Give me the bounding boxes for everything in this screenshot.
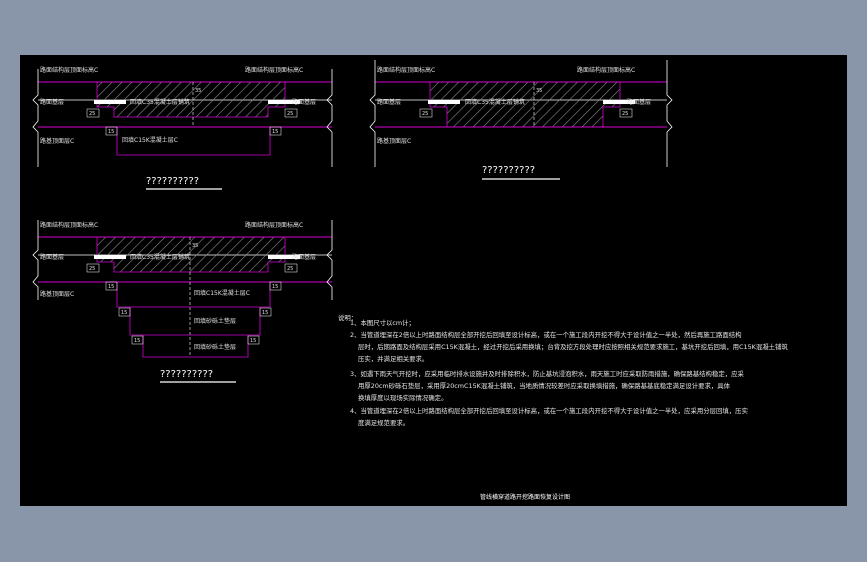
- dim-label: 25: [287, 266, 293, 272]
- figure-1: 路面结构层顶面标高C 路面结构层顶面标高C 路面基层 路面基层 路基顶面层C 回…: [32, 66, 333, 190]
- note-2-line-2: 层时，后期路面及结构层采用C15K混凝土，经过开挖后采用换填；台背及挖方段处理时…: [358, 342, 788, 351]
- c35-hatched-fill: [96, 236, 286, 273]
- drawing-footer-title: 管线横穿道路开挖路面恢复设计图: [480, 493, 570, 501]
- dim-label: 35: [536, 88, 542, 94]
- figure-2-title: ??????????: [482, 165, 535, 176]
- joint-plate-left: [94, 255, 126, 259]
- break-line-right: [326, 220, 333, 300]
- dim-label: 15: [272, 129, 278, 135]
- label-top-right: 路面结构层顶面标高C: [577, 66, 635, 74]
- joint-plate-left: [428, 100, 460, 104]
- note-3-line-2: 用厚20cm砂砾石垫层，采用厚20cmC15K混凝土铺筑，当地质情况较差时应采取…: [358, 381, 731, 390]
- dim-label: 15: [250, 338, 256, 344]
- cad-drawing: 路面结构层顶面标高C 路面结构层顶面标高C 路面基层 路面基层 路基顶面层C 回…: [32, 60, 788, 501]
- note-2-line-3: 压实，并满足相关要求。: [358, 354, 428, 363]
- figure-3: 路面结构层顶面标高C 路面结构层顶面标高C 路面基层 路面基层 路基顶面层C 回…: [32, 220, 333, 383]
- label-fill-c15: 回填C15K混凝土层C: [122, 136, 178, 144]
- label-base-left: 路面基层: [40, 98, 64, 106]
- label-subgrade: 路基顶面层C: [40, 137, 74, 145]
- dim-label: 15: [121, 310, 127, 316]
- label-base-right: 路面基层: [292, 253, 316, 261]
- break-line-right: [666, 60, 673, 167]
- note-3-line-1: 3、如遇下雨天气开挖时，应采用临时排水设施并及时排除积水，防止基坑浸泡积水，雨天…: [350, 369, 745, 378]
- label-top-right: 路面结构层顶面标高C: [245, 66, 303, 74]
- label-fill-c35: 回填C35混凝土层铺筑: [130, 98, 190, 106]
- label-subgrade: 路基顶面层C: [377, 137, 411, 145]
- note-4-line-2: 度满足规范要求。: [358, 418, 409, 427]
- label-base-right: 路面基层: [292, 98, 316, 106]
- dim-label: 15: [108, 129, 114, 135]
- break-line-left: [32, 220, 39, 300]
- label-top-left: 路面结构层顶面标高C: [40, 221, 98, 229]
- label-subgrade: 路基顶面层C: [40, 290, 74, 298]
- label-top-left: 路面结构层顶面标高C: [40, 66, 98, 74]
- label-top-left: 路面结构层顶面标高C: [377, 66, 435, 74]
- note-2-line-1: 2、当管道埋深在2倍以上时路面结构层全部开挖后回填至设计标高，或在一个施工段内开…: [350, 330, 742, 339]
- dim-label: 15: [262, 310, 268, 316]
- drawing-canvas: 路面结构层顶面标高C 路面结构层顶面标高C 路面基层 路面基层 路基顶面层C 回…: [20, 55, 847, 506]
- note-3-line-3: 换填厚度以现场实际情况确定。: [358, 393, 447, 402]
- dim-label: 25: [422, 111, 428, 117]
- notes-block: 说明： 1、本图尺寸以cm计； 2、当管道埋深在2倍以上时路面结构层全部开挖后回…: [338, 313, 788, 427]
- label-fill-c35: 回填C35混凝土层铺筑: [130, 253, 190, 261]
- dim-label: 25: [622, 111, 628, 117]
- break-line-left: [369, 60, 376, 167]
- label-fill-step2: 回填砂砾土垫层: [194, 317, 236, 325]
- dim-label: 15: [134, 338, 140, 344]
- label-base-right: 路面基层: [627, 98, 651, 106]
- joint-plate-left: [94, 100, 126, 104]
- dim-label: 15: [108, 284, 114, 290]
- label-fill-c35: 回填C35混凝土层铺筑: [465, 98, 525, 106]
- label-top-right: 路面结构层顶面标高C: [245, 221, 303, 229]
- figure-2: 路面结构层顶面标高C 路面结构层顶面标高C 路面基层 路面基层 路基顶面层C 回…: [369, 60, 673, 180]
- c35-hatched-fill: [96, 81, 286, 118]
- dim-label: 15: [272, 284, 278, 290]
- dim-label: 35: [192, 243, 198, 249]
- break-line-left: [32, 69, 39, 167]
- dim-label: 35: [195, 88, 201, 94]
- label-fill-c15: 回填C15K混凝土层C: [194, 289, 250, 297]
- dim-label: 25: [89, 266, 95, 272]
- dim-label: 25: [287, 111, 293, 117]
- label-base-left: 路面基层: [40, 253, 64, 261]
- note-4-line-1: 4、当管道埋深在2倍以上时路面结构层全部开挖后回填至设计标高，或在一个施工段内开…: [350, 406, 748, 415]
- figure-1-title: ??????????: [146, 176, 199, 187]
- label-fill-step3: 回填砂砾土垫层: [194, 343, 236, 351]
- c35-hatched-fill: [429, 81, 621, 128]
- label-base-left: 路面基层: [377, 98, 401, 106]
- figure-3-title: ??????????: [160, 369, 213, 380]
- break-line-right: [326, 69, 333, 167]
- dim-label: 25: [89, 111, 95, 117]
- note-1: 1、本图尺寸以cm计；: [350, 318, 415, 327]
